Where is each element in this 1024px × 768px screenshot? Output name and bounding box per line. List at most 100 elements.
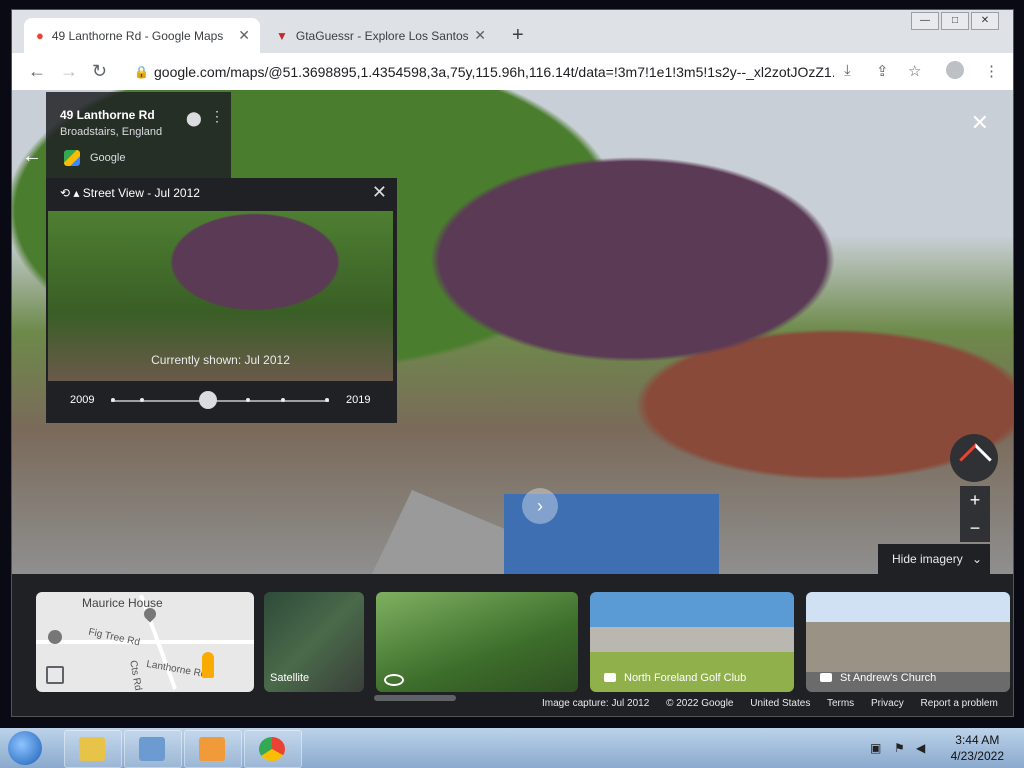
media-taskbar-button[interactable] <box>184 730 242 768</box>
gtaguessr-icon: ▼ <box>276 28 288 43</box>
place-title: 49 Lanthorne Rd <box>60 108 155 122</box>
school-icon <box>48 630 62 644</box>
church-card[interactable]: St Andrew's Church <box>806 592 1010 692</box>
reload-icon[interactable]: ↻ <box>92 61 107 82</box>
currently-shown-label: Currently shown: Jul 2012 <box>151 353 290 367</box>
country-link[interactable]: United States <box>750 698 810 709</box>
chevron-down-icon: ⌄ <box>972 552 983 566</box>
profile-icon[interactable] <box>946 61 964 79</box>
golf-club-name: North Foreland Golf Club <box>624 672 747 684</box>
network-icon[interactable]: ▣ <box>870 741 884 755</box>
map-road <box>36 640 254 644</box>
slider-end-year: 2019 <box>346 394 371 406</box>
zoom-controls: + − <box>960 486 990 542</box>
history-icon: ⟲ ▴ <box>60 186 83 200</box>
time-machine-thumbnail[interactable]: Currently shown: Jul 2012 <box>48 211 393 381</box>
maps-footer: Image capture: Jul 2012 © 2022 Google Un… <box>542 698 1013 716</box>
kebab-menu-icon[interactable]: ⋮ <box>984 62 999 80</box>
folder-icon <box>79 737 105 761</box>
forward-icon[interactable]: → <box>60 61 78 82</box>
golf-club-card[interactable]: North Foreland Golf Club <box>590 592 794 692</box>
tab-google-maps[interactable]: ● 49 Lanthorne Rd - Google Maps ✕ <box>24 18 260 53</box>
report-link[interactable]: Report a problem <box>921 698 998 709</box>
compass-icon[interactable] <box>950 434 998 482</box>
slider-start-year: 2009 <box>70 394 95 406</box>
hide-imagery-button[interactable]: Hide imagery ⌄ <box>878 544 990 574</box>
clock-date: 4/23/2022 <box>950 749 1004 763</box>
control-panel-taskbar-button[interactable] <box>124 730 182 768</box>
address-bar[interactable]: 🔒 google.com/maps/@51.3698895,1.4354598,… <box>124 58 846 86</box>
close-icon[interactable]: ✕ <box>474 27 486 44</box>
slider-tick <box>111 398 115 402</box>
slider-knob[interactable] <box>199 391 217 409</box>
expand-icon[interactable] <box>46 666 64 684</box>
navigation-arrow-icon[interactable]: › <box>522 488 558 524</box>
time-slider[interactable] <box>111 391 329 409</box>
time-machine-header[interactable]: ⟲ ▴ Street View - Jul 2012 <box>60 186 200 200</box>
camera-icon <box>820 673 832 682</box>
slider-tick <box>140 398 144 402</box>
chrome-taskbar-button[interactable] <box>244 730 302 768</box>
church-label: St Andrew's Church <box>820 672 936 684</box>
browser-window: ● 49 Lanthorne Rd - Google Maps ✕ ▼ GtaG… <box>12 10 1013 716</box>
time-machine-panel: ⟲ ▴ Street View - Jul 2012 ✕ Currently s… <box>46 178 397 423</box>
google-maps-icon <box>64 150 80 166</box>
clock-time: 3:44 AM <box>955 733 1000 747</box>
slider-tick <box>281 398 285 402</box>
copyright: © 2022 Google <box>666 698 734 709</box>
place-card: 49 Lanthorne Rd Broadstairs, England Goo… <box>46 92 231 178</box>
zoom-in-icon[interactable]: + <box>960 486 990 514</box>
more-vert-icon[interactable]: ⋮ <box>210 108 224 125</box>
map-label: Cts Rd <box>127 659 144 692</box>
close-icon[interactable]: ✕ <box>372 182 387 203</box>
url-text: google.com/maps/@51.3698895,1.4354598,3a… <box>154 64 834 80</box>
maps-viewport: ← ✕ 49 Lanthorne Rd Broadstairs, England… <box>12 90 1013 716</box>
close-window-icon[interactable]: ✕ <box>971 12 999 30</box>
compass-needle <box>959 443 992 476</box>
install-icon[interactable]: ⤓ <box>844 62 851 79</box>
satellite-card[interactable]: Satellite <box>264 592 364 692</box>
satellite-label: Satellite <box>270 672 310 684</box>
church-name: St Andrew's Church <box>840 672 937 684</box>
slider-tick <box>246 398 250 402</box>
maximize-icon[interactable]: □ <box>941 12 969 30</box>
street-photo-card[interactable] <box>376 592 578 692</box>
horizontal-scrollbar[interactable] <box>374 695 456 701</box>
minimap-card[interactable]: Maurice House Fig Tree Rd Lanthorne Rd C… <box>36 592 254 692</box>
maps-pin-icon: ● <box>36 28 44 43</box>
close-icon[interactable]: ✕ <box>238 27 250 44</box>
time-machine-title: Street View - Jul 2012 <box>82 186 200 200</box>
browser-toolbar: ← → ↻ 🔒 google.com/maps/@51.3698895,1.43… <box>12 53 1013 91</box>
slider-tick <box>325 398 329 402</box>
place-source: Google <box>90 152 126 164</box>
pegman-icon[interactable] <box>202 652 214 678</box>
minimize-icon[interactable]: — <box>911 12 939 30</box>
star-icon[interactable]: ☆ <box>908 62 921 80</box>
privacy-link[interactable]: Privacy <box>871 698 904 709</box>
imagery-strip: Maurice House Fig Tree Rd Lanthorne Rd C… <box>12 574 1013 716</box>
control-panel-icon <box>139 737 165 761</box>
volume-icon[interactable]: ◀ <box>916 741 930 755</box>
back-arrow-icon[interactable]: ← <box>22 145 42 168</box>
zoom-out-icon[interactable]: − <box>960 514 990 542</box>
system-clock[interactable]: 3:44 AM 4/23/2022 <box>951 732 1004 764</box>
back-icon[interactable]: ← <box>28 61 46 82</box>
share-icon[interactable]: ⇪ <box>876 62 889 80</box>
explorer-taskbar-button[interactable] <box>64 730 122 768</box>
terms-link[interactable]: Terms <box>827 698 854 709</box>
tab-gtaguessr[interactable]: ▼ GtaGuessr - Explore Los Santos w ✕ <box>268 18 496 53</box>
close-icon[interactable]: ✕ <box>971 110 989 136</box>
hide-imagery-label: Hide imagery <box>892 552 963 566</box>
action-center-icon[interactable]: ⚑ <box>894 741 908 755</box>
map-label: Fig Tree Rd <box>87 626 141 649</box>
rotate-360-icon <box>384 674 404 686</box>
lock-icon: 🔒 <box>134 65 149 79</box>
image-capture-date: Image capture: Jul 2012 <box>542 698 650 709</box>
pin-icon[interactable]: ⬤ <box>186 110 202 127</box>
start-button[interactable] <box>8 731 42 765</box>
camera-icon <box>604 673 616 682</box>
tab-title: GtaGuessr - Explore Los Santos w <box>295 28 468 43</box>
place-subtitle: Broadstairs, England <box>60 126 163 138</box>
new-tab-icon[interactable]: + <box>512 24 524 47</box>
map-label: Lanthorne Rd <box>145 658 208 681</box>
